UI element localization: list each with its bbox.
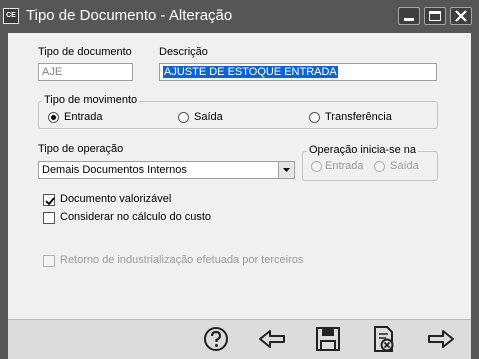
descricao-input[interactable]: AJUSTE DE ESTOQUE ENTRADA <box>159 63 437 81</box>
maximize-button[interactable] <box>424 7 446 25</box>
radio-inicia-entrada[interactable] <box>311 161 322 172</box>
app-icon[interactable]: CE <box>3 8 19 24</box>
close-icon <box>455 10 467 22</box>
radio-entrada[interactable] <box>48 112 59 123</box>
minimize-icon <box>404 18 414 21</box>
descricao-selected-text: AJUSTE DE ESTOQUE ENTRADA <box>163 66 338 78</box>
save-button[interactable] <box>312 324 344 354</box>
back-button[interactable] <box>256 324 288 354</box>
radio-entrada-label[interactable]: Entrada <box>64 111 103 123</box>
tipo-operacao-value: Demais Documentos Internos <box>42 164 187 176</box>
tipo-movimento-legend: Tipo de movimento <box>42 94 140 106</box>
radio-inicia-entrada-label[interactable]: Entrada <box>325 160 364 172</box>
chevron-down-icon <box>283 168 290 172</box>
minimize-button[interactable] <box>398 7 420 25</box>
tipo-operacao-label: Tipo de operação <box>38 143 124 155</box>
help-button[interactable] <box>200 324 232 354</box>
retorno-industrializacao-label[interactable]: Retorno de industrialização efetuada por… <box>60 254 303 266</box>
forward-button[interactable] <box>425 324 457 354</box>
tipo-documento-label: Tipo de documento <box>38 46 132 58</box>
delete-document-button[interactable] <box>368 324 400 354</box>
dropdown-button[interactable] <box>278 162 294 178</box>
back-arrow-icon <box>259 330 285 348</box>
window-border-left <box>0 33 8 359</box>
radio-transferencia[interactable] <box>309 112 320 123</box>
considerar-custo-checkbox[interactable] <box>43 212 55 224</box>
title-bar[interactable]: CE Tipo de Documento - Alteração <box>0 0 479 33</box>
save-icon <box>316 327 340 351</box>
radio-saida-label[interactable]: Saída <box>194 111 223 123</box>
descricao-label: Descrição <box>159 46 208 58</box>
documento-valorizavel-label[interactable]: Documento valorizável <box>60 193 171 205</box>
retorno-industrializacao-checkbox[interactable] <box>43 255 55 267</box>
tipo-operacao-select[interactable]: Demais Documentos Internos <box>38 161 295 179</box>
radio-transferencia-label[interactable]: Transferência <box>325 111 392 123</box>
forward-arrow-icon <box>428 330 454 348</box>
window-border-right <box>471 33 479 359</box>
delete-document-icon <box>374 326 394 352</box>
checkmark-icon <box>45 197 55 206</box>
window-title: Tipo de Documento - Alteração <box>26 7 233 24</box>
app-window: CE Tipo de Documento - Alteração Tipo de… <box>0 0 479 359</box>
operacao-inicia-legend: Operação inicia-se na <box>307 144 419 156</box>
radio-inicia-saida-label[interactable]: Saída <box>390 160 419 172</box>
help-icon <box>204 327 228 351</box>
considerar-custo-label[interactable]: Considerar no cálculo do custo <box>60 211 211 223</box>
close-button[interactable] <box>450 7 472 25</box>
radio-saida[interactable] <box>178 112 189 123</box>
radio-inicia-saida[interactable] <box>374 161 385 172</box>
documento-valorizavel-checkbox[interactable] <box>43 194 55 206</box>
toolbar <box>8 319 471 359</box>
tipo-documento-input[interactable]: AJE <box>38 63 133 81</box>
maximize-icon <box>429 11 441 21</box>
